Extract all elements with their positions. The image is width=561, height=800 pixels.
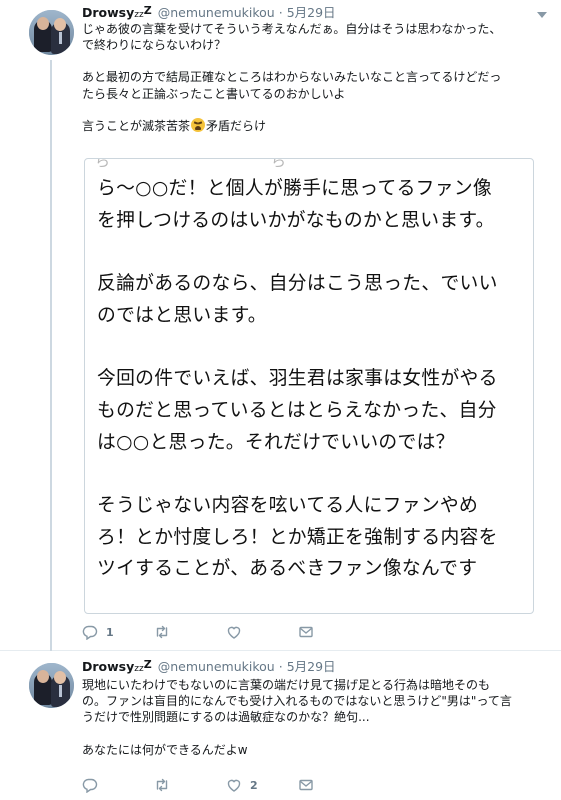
cut-off-text: ら xyxy=(271,158,287,170)
envelope-icon xyxy=(299,779,313,791)
reply-count: 1 xyxy=(106,625,114,639)
text-line: あなたには何ができるんだよw xyxy=(82,742,248,757)
image-text-line: ら〜○○だ！と個人が勝手に思ってるファン像 xyxy=(97,178,492,199)
retweet-button[interactable] xyxy=(154,776,226,794)
attached-image[interactable]: ら ら ら〜○○だ！と個人が勝手に思ってるファン像 を押しつけるのはいかがなもの… xyxy=(84,158,534,614)
like-button[interactable]: 2 xyxy=(226,776,298,794)
text-line: 言うことが滅茶苦茶 矛盾だらけ xyxy=(82,117,267,133)
tired-face-emoji xyxy=(191,117,206,132)
tweet[interactable]: DrowsyzzZ @nemunemukikou · 5月29日 現地にいたわけでもな… xyxy=(0,651,561,800)
image-text-line: 今回の件でいえば、羽生君は家事は女性がやる xyxy=(97,368,498,390)
text-line: あと最初の方で結局正確なところはわからないみたいなこと言ってるけどだっ xyxy=(82,70,502,85)
reply-icon xyxy=(82,625,98,640)
image-text-line: 反論があるのなら、自分はこう思った、でいい xyxy=(97,273,498,295)
tweet-actions: 1 xyxy=(82,623,370,641)
text-line: で終わりにならないわけ？ xyxy=(82,38,227,53)
text-line: たら長々と正論ぶったこと書いてるのおかしいよ xyxy=(82,86,346,101)
like-count: 2 xyxy=(250,778,258,792)
retweet-icon xyxy=(156,778,168,792)
avatar[interactable] xyxy=(29,10,74,55)
cut-off-text: ら xyxy=(95,158,111,170)
image-text-line: は○○と思った。それだけでいいのでは？ xyxy=(97,431,455,453)
chevron-down-icon[interactable] xyxy=(537,12,547,18)
image-text-line: ろ！とか忖度しろ！とか矯正を強制する内容を xyxy=(97,526,498,548)
image-text-line: を押しつけるのはいかがなものかと思います。 xyxy=(97,209,495,231)
image-text-line: のではと思います。 xyxy=(97,304,267,326)
direct-message-button[interactable] xyxy=(298,623,370,641)
tweet[interactable]: DrowsyzzZ @nemunemukikou · 5月29日 じゃあ彼の言葉を受け… xyxy=(0,0,561,651)
tweet-actions: 2 xyxy=(82,776,370,794)
tweet-header: DrowsyzzZ @nemunemukikou · 5月29日 xyxy=(82,658,336,677)
envelope-icon xyxy=(299,626,313,638)
display-name[interactable]: Drowsy xyxy=(82,5,134,20)
thread-line xyxy=(50,60,52,651)
retweet-icon xyxy=(156,625,168,639)
text-line: の。ファンは盲目的になんでも受け入れるものではないと思うけど"男は"って言 xyxy=(82,694,512,709)
reply-button[interactable]: 1 xyxy=(82,623,154,641)
tweet-text: 現地にいたわけでもないのに言葉の端だけ見て揚げ足とる行為は暗地そのも の。ファン… xyxy=(82,677,552,758)
separator: · xyxy=(278,659,283,674)
text-line: うだけで性別問題にするのは過敏症なのかな？絶句... xyxy=(82,710,370,725)
like-button[interactable] xyxy=(226,623,298,641)
user-handle[interactable]: @nemunemukikou xyxy=(158,659,275,674)
retweet-button[interactable] xyxy=(154,623,226,641)
tweet-date[interactable]: 5月29日 xyxy=(287,659,336,674)
zzz-suffix: zzZ xyxy=(134,658,152,674)
image-text-line: ツイすることが、あるべきファン像なんです xyxy=(97,558,478,580)
heart-icon xyxy=(227,779,241,792)
direct-message-button[interactable] xyxy=(298,776,370,794)
reply-icon xyxy=(82,778,98,793)
image-text: ら〜○○だ！と個人が勝手に思ってるファン像 を押しつけるのはいかがなものかと思い… xyxy=(97,173,527,585)
image-text-line: ものだと思っているとはとらえなかった、自分 xyxy=(97,399,497,421)
separator: · xyxy=(278,5,283,20)
reply-button[interactable] xyxy=(82,776,154,794)
image-text-line: そうじゃない内容を呟いてる人にファンやめ xyxy=(97,494,479,516)
text-line: 現地にいたわけでもないのに言葉の端だけ見て揚げ足とる行為は暗地そのも xyxy=(82,678,491,692)
heart-icon xyxy=(227,626,241,639)
display-name[interactable]: Drowsy xyxy=(82,659,134,674)
avatar[interactable] xyxy=(29,663,74,708)
zzz-suffix: zzZ xyxy=(134,4,152,20)
tweet-text: じゃあ彼の言葉を受けてそういう考えなんだぁ。自分はそうは思わなかった、 で終わり… xyxy=(82,21,552,134)
tweet-date[interactable]: 5月29日 xyxy=(287,5,336,20)
text-line: じゃあ彼の言葉を受けてそういう考えなんだぁ。自分はそうは思わなかった、 xyxy=(82,22,502,36)
user-handle[interactable]: @nemunemukikou xyxy=(158,5,275,20)
